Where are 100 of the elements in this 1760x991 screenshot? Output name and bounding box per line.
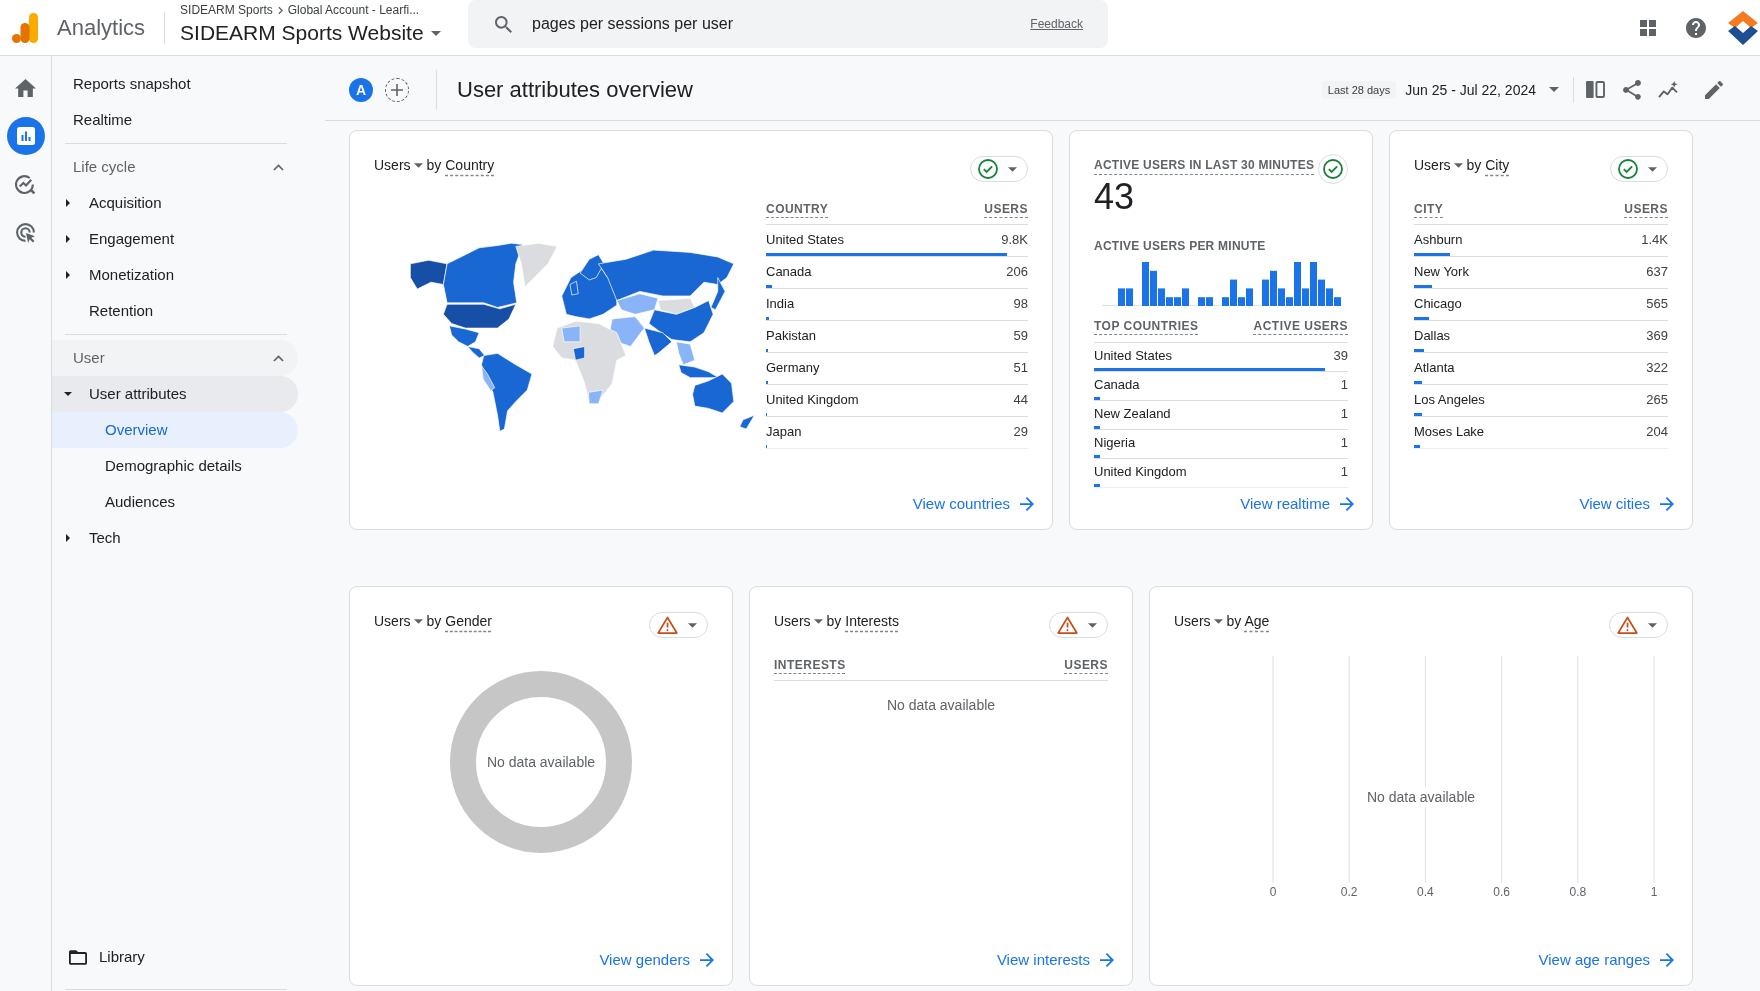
view-report-link[interactable]: View age ranges — [1538, 950, 1674, 970]
nav-item[interactable]: Audiences — [52, 484, 298, 520]
columns-icon[interactable] — [1586, 81, 1605, 98]
sparkle-line-icon[interactable] — [1658, 80, 1679, 99]
row-value: 265 — [1646, 391, 1668, 409]
target-cursor-icon[interactable] — [15, 221, 36, 243]
caret-icon — [430, 30, 441, 36]
nav-item[interactable]: Retention — [52, 293, 298, 329]
row-label: Canada — [766, 263, 812, 281]
row-value: 1 — [1340, 463, 1348, 481]
bar-chart-icon[interactable] — [6, 117, 45, 155]
row-label: Pakistan — [766, 327, 816, 345]
caret-icon — [813, 618, 823, 624]
view-report-link[interactable]: View realtime — [1240, 494, 1354, 514]
bar-chart-logo-icon[interactable] — [12, 12, 38, 43]
row-value: 44 — [1013, 391, 1028, 409]
metric-dropdown[interactable]: Users — [374, 155, 423, 175]
card-title: by Age — [1226, 612, 1270, 631]
row-label: Los Angeles — [1414, 391, 1485, 409]
card-title: by City — [1466, 156, 1510, 175]
feedback-link[interactable]: Feedback — [1030, 15, 1083, 33]
caret-icon — [1549, 87, 1559, 92]
axis-tick-label: 1 — [1650, 885, 1658, 899]
pencil-icon[interactable] — [1705, 80, 1723, 99]
view-report-link[interactable]: View cities — [1579, 494, 1674, 514]
search-field[interactable]: pages per sessions per user Feedback — [468, 0, 1108, 48]
breadcrumb-link[interactable]: Global Account - Learfi... — [287, 3, 420, 17]
caret-icon — [1213, 618, 1223, 624]
row-label: New York — [1414, 263, 1469, 281]
metric-dropdown[interactable]: Users — [1174, 611, 1223, 631]
row-value: 1 — [1340, 376, 1348, 394]
metric-dropdown[interactable]: Users — [1414, 155, 1463, 175]
row-label: United States — [766, 231, 845, 249]
nav-item[interactable]: Realtime — [52, 102, 298, 138]
apps-grid-icon[interactable] — [1640, 19, 1656, 36]
caret-icon — [1648, 622, 1657, 628]
diamond-logo-icon[interactable] — [1728, 10, 1758, 45]
nav-item[interactable]: Demographic details — [52, 448, 298, 484]
column-header: ACTIVE USERS — [1253, 318, 1348, 334]
view-report-link[interactable]: View genders — [599, 950, 714, 970]
column-header: COUNTRY — [766, 201, 829, 217]
row-label: United Kingdom — [1094, 463, 1187, 481]
nav-item[interactable]: Monetization — [52, 257, 298, 293]
share-icon[interactable] — [1623, 79, 1641, 100]
nav-item[interactable]: Engagement — [52, 221, 298, 257]
card-title: ACTIVE USERS IN LAST 30 MINUTES — [1094, 157, 1315, 174]
axis-tick-label: 0.8 — [1569, 885, 1587, 899]
breadcrumb-link[interactable]: SIDEARM Sports — [180, 3, 273, 17]
view-report-link[interactable]: View interests — [996, 950, 1114, 970]
view-report-link[interactable]: View countries — [912, 494, 1034, 514]
row-value: 98 — [1013, 295, 1028, 313]
active-users-count: 43 — [1094, 177, 1136, 217]
row-label: Ashburn — [1414, 231, 1463, 249]
row-value: 1.4K — [1641, 231, 1668, 249]
axis-tick-label: 0.6 — [1493, 885, 1510, 899]
row-value: 59 — [1013, 327, 1028, 345]
row-value: 1 — [1340, 434, 1348, 452]
metric-dropdown[interactable]: Users — [374, 611, 423, 631]
nav-item[interactable]: Tech — [52, 520, 298, 556]
arrow-right-icon — [1340, 497, 1354, 511]
plus-icon — [391, 83, 403, 96]
nav-item[interactable]: Overview — [52, 412, 298, 448]
row-label: New Zealand — [1094, 405, 1171, 423]
empty-state-text: No data available — [885, 696, 997, 715]
product-name: Analytics — [57, 13, 146, 42]
nav-section-header[interactable]: Life cycle — [52, 149, 298, 185]
row-label: United States — [1094, 347, 1173, 365]
nav-item[interactable]: Reports snapshot — [52, 66, 298, 102]
row-label: Germany — [766, 359, 820, 377]
nav-section-header[interactable]: User — [52, 340, 298, 376]
caret-icon — [413, 162, 423, 168]
row-label: Nigeria — [1094, 434, 1136, 452]
metric-dropdown[interactable]: Users — [774, 611, 823, 631]
row-label: Atlanta — [1414, 359, 1455, 377]
column-header: USERS — [1624, 201, 1668, 217]
help-icon[interactable] — [1686, 17, 1706, 38]
caret-icon — [1088, 622, 1097, 628]
row-label: Chicago — [1414, 295, 1462, 313]
column-header: USERS — [984, 201, 1028, 217]
nav-item[interactable]: User attributes — [52, 376, 298, 412]
nav-item[interactable]: Acquisition — [52, 185, 298, 221]
column-header: TOP COUNTRIES — [1094, 318, 1199, 334]
date-range-dropdown[interactable]: Jun 25 - Jul 22, 2024 — [1405, 79, 1559, 100]
home-icon[interactable] — [15, 77, 36, 99]
row-label: Dallas — [1414, 327, 1451, 345]
property-dropdown[interactable]: SIDEARM Sports Website — [180, 20, 441, 46]
arrow-right-icon — [1100, 953, 1114, 967]
row-value: 29 — [1013, 423, 1028, 441]
row-value: 369 — [1646, 327, 1668, 345]
date-preset-label: Last 28 days — [1321, 80, 1397, 99]
arrow-right-icon — [700, 953, 714, 967]
row-value: 322 — [1646, 359, 1668, 377]
trend-circle-icon[interactable] — [15, 173, 36, 195]
empty-state-text: No data available — [486, 753, 596, 772]
row-label: Moses Lake — [1414, 423, 1485, 441]
row-value: 9.8K — [1001, 231, 1028, 249]
nav-item[interactable]: Library — [52, 939, 300, 975]
comparison-avatar[interactable]: A — [349, 77, 373, 102]
column-header: CITY — [1414, 201, 1444, 217]
caret-icon — [688, 622, 697, 628]
